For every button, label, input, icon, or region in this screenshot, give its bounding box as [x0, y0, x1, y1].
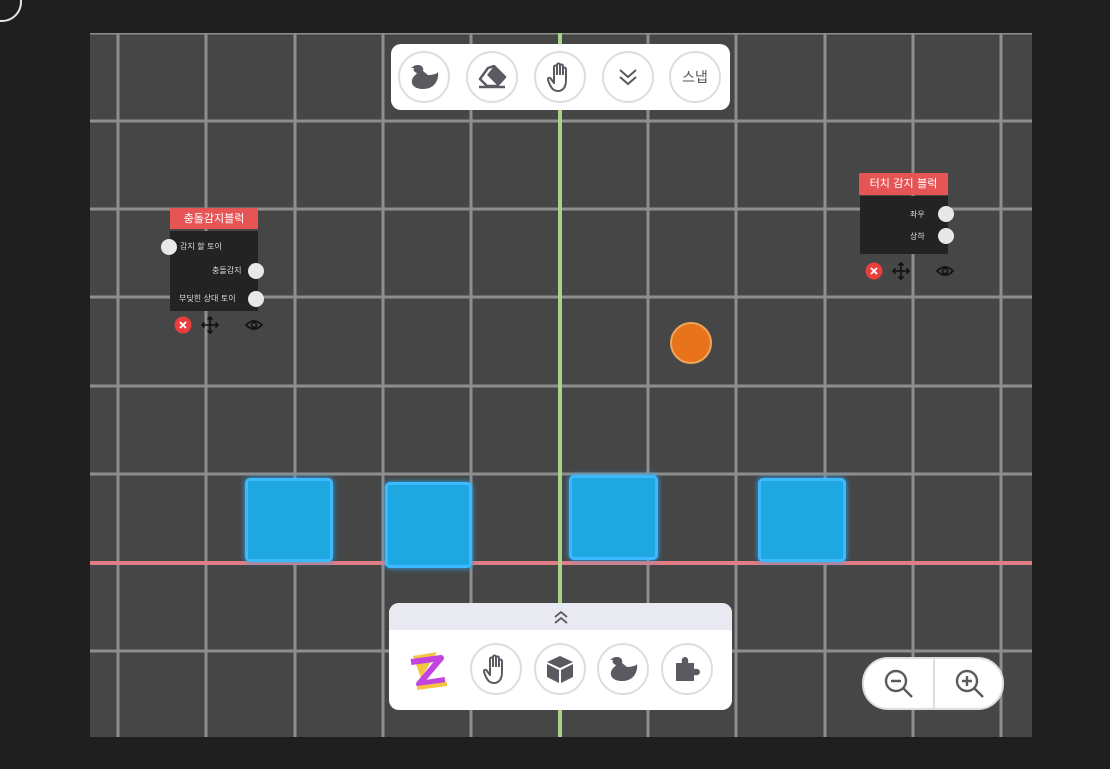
hand-icon: [483, 654, 503, 684]
port-label: 충돌감지: [212, 266, 242, 275]
visibility-eye-icon[interactable]: [936, 262, 954, 280]
cube-toy[interactable]: [245, 478, 333, 562]
collision-block-title[interactable]: 충돌감지블럭: [170, 208, 258, 229]
window-corner: [0, 0, 22, 22]
duck-icon: [411, 65, 439, 89]
puzzle-icon: [676, 657, 700, 681]
port-output[interactable]: [248, 291, 264, 307]
zoom-in-icon: [955, 669, 984, 698]
cube-toy[interactable]: [569, 475, 658, 560]
zoom-out-button[interactable]: [864, 659, 933, 708]
touch-block-title[interactable]: 터치 감지 블럭: [859, 173, 948, 195]
port-output[interactable]: [938, 228, 954, 244]
zoom-in-button[interactable]: [935, 659, 1004, 708]
snap-label: 스냅: [682, 70, 708, 86]
zoom-out-icon: [884, 669, 913, 698]
cube-toy[interactable]: [385, 482, 472, 568]
expand-toolbar-handle[interactable]: [389, 603, 732, 630]
app-frame: 충돌감지블럭 감지 할 토이 충돌감지 부딪힌 상대 토이 터치 감지 블럭 좌…: [0, 0, 1110, 769]
visibility-eye-icon[interactable]: [245, 316, 263, 334]
cube-tool-button[interactable]: [534, 643, 586, 695]
cube-toy[interactable]: [758, 478, 846, 562]
port-input[interactable]: [161, 239, 177, 255]
bottom-toolbar: [389, 603, 732, 710]
ball-toy[interactable]: [670, 322, 712, 364]
chevron-double-up-icon: [553, 610, 568, 624]
port-label: 좌우: [910, 210, 925, 219]
app-logo[interactable]: [407, 648, 451, 692]
collapse-down-button[interactable]: [602, 51, 654, 103]
port-label: 감지 할 토이: [180, 242, 222, 251]
duck-tool-button[interactable]: [398, 51, 450, 103]
delete-block-icon[interactable]: [174, 316, 192, 334]
port-output[interactable]: [248, 263, 264, 279]
delete-block-icon[interactable]: [865, 262, 883, 280]
eraser-icon: [478, 65, 507, 89]
cube-icon: [547, 656, 573, 683]
chevron-double-down-icon: [619, 69, 637, 86]
eraser-tool-button[interactable]: [466, 51, 518, 103]
snap-toggle-button[interactable]: 스냅: [669, 51, 721, 103]
top-toolbar: 스냅: [391, 44, 730, 110]
duck-icon: [610, 657, 638, 681]
puzzle-tool-button[interactable]: [661, 643, 713, 695]
port-label: 상하: [910, 232, 925, 241]
zoom-controls: [862, 657, 1004, 710]
move-block-icon[interactable]: [892, 262, 910, 280]
hand-tool-button[interactable]: [534, 51, 586, 103]
hand-tool-button[interactable]: [470, 643, 522, 695]
port-output[interactable]: [938, 206, 954, 222]
port-label: 부딪힌 상대 토이: [179, 294, 236, 303]
duck-tool-button[interactable]: [597, 643, 649, 695]
touch-block[interactable]: [860, 196, 948, 254]
move-block-icon[interactable]: [201, 316, 219, 334]
hand-icon: [547, 62, 567, 92]
